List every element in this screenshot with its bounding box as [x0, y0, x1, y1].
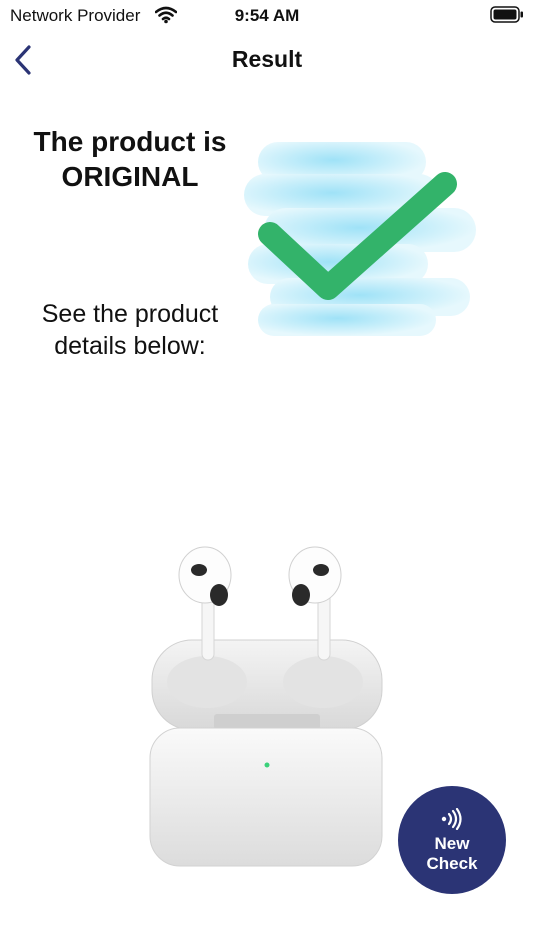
result-heading: The product is ORIGINAL	[33, 126, 227, 192]
status-time: 9:54 AM	[234, 6, 300, 25]
nfc-icon	[441, 808, 462, 830]
earbuds-case-image	[149, 546, 383, 867]
new-check-label: New Check	[426, 834, 478, 873]
checkmark-icon	[244, 142, 476, 336]
new-check-button[interactable]: New Check	[398, 786, 506, 894]
result-subtext: See the product details below:	[41, 300, 219, 360]
navigation-bar: Result	[0, 38, 534, 82]
page-title: Result	[231, 46, 303, 72]
battery-icon	[490, 6, 523, 23]
status-bar: Network Provider 9:54 AM	[0, 0, 534, 30]
